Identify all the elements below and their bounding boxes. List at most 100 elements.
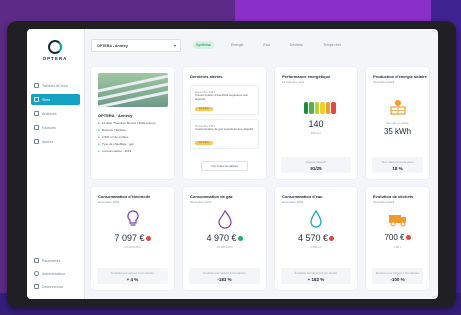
logout-icon [34, 284, 39, 289]
gauge-segment [303, 102, 308, 114]
site-address: ● 12 allée Théodore Monod 74000 Annecy [98, 121, 156, 125]
gauge-segment [309, 102, 314, 114]
alert-item[interactable]: Novembre 2023 Consommation de gaz supéri… [190, 119, 259, 149]
electricity-caption: 25 000 kWh [124, 245, 141, 249]
bell-icon [34, 139, 39, 144]
card-footer: Évolution par rapport à l'an dernier + 1… [281, 268, 351, 284]
footer-value: + 4 % [126, 277, 139, 282]
flame-icon [217, 209, 232, 229]
waste-caption: 150 t [394, 245, 401, 249]
building-icon [34, 97, 39, 102]
tab-summary[interactable]: Synthèse [193, 41, 214, 49]
site-type-text: Bureaux / Tertiaire [101, 128, 127, 132]
sidebar-nav: Tableau de bord Sites Analyses Factures … [27, 77, 84, 150]
alert-item[interactable]: Décembre 2023 Consommation d'électricité… [190, 85, 259, 115]
footer-label: Évolution par rapport à l'an dernier [376, 271, 419, 275]
footer-label: Évolution par rapport à l'an dernier [294, 271, 338, 275]
card-title: Performance énergétique [282, 74, 331, 79]
footer-label: Taux d'autoconsommation [381, 160, 414, 164]
solar-production-card: Production d'énergie solaire Décembre 20… [366, 67, 429, 179]
trend-up-icon [145, 236, 151, 242]
site-photo [98, 73, 168, 107]
pin-icon: ● [98, 121, 100, 125]
energy-performance-card: Performance énergétique 12 derniers mois… [275, 67, 357, 179]
water-value: 4 570 € [275, 233, 357, 243]
gauge-segment [320, 102, 325, 114]
sidebar-item-label: Sites [42, 97, 50, 102]
site-year-text: Consommation : 2023 [101, 149, 132, 153]
chart-icon [34, 111, 39, 116]
footer-label: Écart à l'objectif [306, 160, 326, 164]
sidebar-item-settings[interactable]: Paramètres [31, 255, 80, 266]
solar-caption: Énergie produite [386, 121, 409, 125]
sidebar-item-label: Factures [42, 125, 56, 130]
background-accent [235, 0, 461, 22]
footer-value: + 182 % [307, 277, 325, 282]
site-year: ● Consommation : 2023 [98, 149, 131, 153]
card-subtitle: Décembre 2023 [190, 200, 212, 204]
card-title: Évolution de déchets [373, 194, 414, 199]
card-title: Consommation d'eau [282, 194, 323, 199]
alert-text: Consommation de gaz supérieure aux objec… [195, 127, 254, 131]
energy-value: 140 [308, 119, 324, 129]
electricity-card: Consommation d'électricité Décembre 2023… [91, 187, 174, 290]
sidebar-item-alerts[interactable]: Alertes [31, 136, 80, 147]
sidebar-item-logout[interactable]: Déconnexion [31, 281, 80, 292]
gas-card: Consommation de gaz Décembre 2023 4 970 … [183, 187, 266, 290]
calendar-icon: ● [98, 149, 100, 153]
value-text: 7 097 € [114, 233, 145, 243]
site-surface: ● 2 500 m² de surface [98, 135, 129, 139]
sidebar: OPTERA Tableau de bord Sites Analyses Fa… [27, 29, 85, 299]
energy-unit: kWh/m² [310, 131, 322, 135]
alert-text: Consommation d'électricité supérieure au… [195, 93, 248, 101]
gauge-segment [331, 102, 336, 114]
sidebar-item-label: Paramètres [42, 258, 61, 263]
water-caption: 1 500 m³ [310, 245, 322, 249]
logo-mark-icon [48, 40, 62, 54]
sidebar-item-sites[interactable]: Sites [31, 94, 80, 105]
sidebar-item-label: Administrateur [42, 271, 66, 276]
brand-logo[interactable]: OPTERA [35, 40, 75, 61]
view-all-alerts-button[interactable]: Voir toutes les alertes [201, 161, 248, 171]
tab-water[interactable]: Eau [260, 41, 272, 49]
value-text: 4 970 € [206, 233, 237, 243]
footer-value: -100 % [390, 277, 405, 282]
sidebar-item-label: Déconnexion [42, 284, 63, 289]
gas-value: 4 970 € [183, 233, 266, 243]
card-subtitle: Décembre 2023 [98, 200, 120, 204]
tab-energy[interactable]: Énergie [228, 41, 246, 49]
site-card[interactable]: OPTERA · Annecy ● 12 allée Théodore Monod… [91, 67, 174, 179]
card-footer: Écart à l'objectif 91/25 [281, 157, 351, 173]
energy-class-gauge [303, 102, 336, 114]
site-type: ● Bureaux / Tertiaire [98, 128, 126, 132]
gas-caption: 45 000 kWh [216, 245, 233, 249]
sidebar-item-analyses[interactable]: Analyses [31, 108, 80, 119]
invoice-icon [34, 125, 39, 130]
truck-icon [388, 215, 406, 227]
tab-waste[interactable]: Déchets [287, 41, 306, 49]
site-heating-text: Type de chauffage : gaz [101, 142, 134, 146]
sidebar-item-label: Tableau de bord [42, 83, 68, 88]
sidebar-item-dashboard[interactable]: Tableau de bord [31, 80, 80, 91]
site-name: OPTERA · Annecy [98, 113, 133, 118]
solar-panel-icon [389, 100, 406, 115]
gear-icon [34, 258, 39, 263]
water-card: Consommation d'eau Décembre 2023 4 570 €… [275, 187, 357, 290]
organization-select[interactable]: OPTERA - Annecy ▾ [91, 39, 181, 52]
alert-status-badge: En cours [195, 107, 213, 111]
value-text: 4 570 € [297, 233, 329, 243]
card-subtitle: Décembre 2023 [373, 80, 395, 84]
tab-realtime[interactable]: Temps réel [320, 41, 344, 49]
footer-label: Évolution par rapport à l'an dernier [203, 271, 246, 275]
sidebar-item-invoices[interactable]: Factures [31, 122, 80, 133]
card-title: Production d'énergie solaire [373, 74, 427, 79]
trend-up-icon [405, 235, 411, 241]
alerts-title: Dernières alertes [190, 74, 223, 79]
footer-value: 91/25 [310, 166, 322, 171]
card-footer: Évolution par rapport à l'an dernier -10… [372, 268, 423, 284]
sidebar-item-user[interactable]: Administrateur [31, 268, 80, 279]
gauge-segment [314, 102, 319, 114]
alerts-card: Dernières alertes Décembre 2023 Consomma… [183, 67, 266, 179]
footer-label: Évolution par rapport à l'an dernier [111, 271, 154, 275]
site-surface-text: 2 500 m² de surface [101, 135, 129, 139]
